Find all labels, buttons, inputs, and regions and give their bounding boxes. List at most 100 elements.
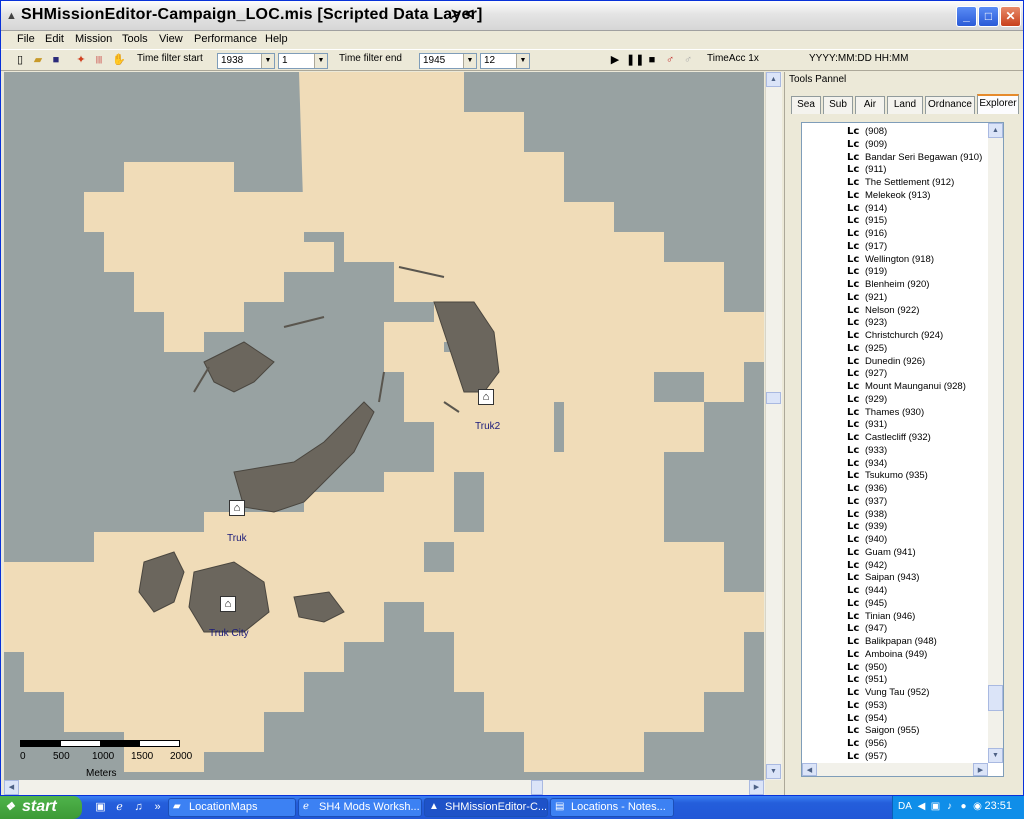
chevron-down-icon: ▼ xyxy=(516,54,529,68)
location-icon: Lc xyxy=(847,342,860,354)
tab-sub[interactable]: Sub xyxy=(823,96,853,114)
location-icon: Lc xyxy=(847,521,860,533)
port-building-icon[interactable]: ⌂ xyxy=(220,596,236,612)
location-icon: Lc xyxy=(847,687,860,698)
tab-air[interactable]: Air xyxy=(855,96,885,114)
minimize-button[interactable]: _ xyxy=(956,6,977,27)
menu-view[interactable]: View xyxy=(159,33,183,45)
tray-arrow-icon[interactable]: ◀ xyxy=(915,800,928,813)
scroll-left-icon[interactable]: ◀ xyxy=(802,763,817,776)
scroll-thumb[interactable] xyxy=(531,780,543,795)
tree-horizontal-scrollbar[interactable]: ◀ ▶ xyxy=(802,763,988,776)
scroll-right-icon[interactable]: ▶ xyxy=(973,763,988,776)
end-year-select[interactable]: 1945 ▼ xyxy=(419,53,477,69)
tree-vertical-scrollbar[interactable]: ▲ ▼ xyxy=(988,123,1003,763)
start-year-select[interactable]: 1938 ▼ xyxy=(217,53,275,69)
security-icon[interactable]: ● xyxy=(957,800,970,813)
tree-item-label: Dunedin (926) xyxy=(865,355,926,367)
step-icon[interactable]: ♂ xyxy=(681,53,695,67)
location-icon: Lc xyxy=(847,164,860,176)
scroll-thumb[interactable] xyxy=(988,685,1003,711)
ruler-icon[interactable]: ||| xyxy=(92,53,106,67)
menu-mission[interactable]: Mission xyxy=(75,33,112,45)
scroll-left-icon[interactable]: ◀ xyxy=(4,780,19,795)
tree-item-label: (929) xyxy=(865,393,888,405)
start-month-select[interactable]: 1 ▼ xyxy=(278,53,328,69)
tree-item-label: (937) xyxy=(865,495,888,507)
scroll-up-icon[interactable]: ▲ xyxy=(766,72,781,87)
tree-item-label: (914) xyxy=(865,202,888,214)
location-icon: Lc xyxy=(847,444,860,456)
location-icon: Lc xyxy=(847,138,860,150)
network-icon[interactable]: ▣ xyxy=(929,800,942,813)
task-mission-editor[interactable]: ▲ SHMissionEditor-C... xyxy=(424,798,548,817)
save-icon[interactable]: ■ xyxy=(49,53,63,67)
menu-tools[interactable]: Tools xyxy=(122,33,148,45)
tray-lang[interactable]: DA xyxy=(895,800,915,813)
open-folder-icon[interactable]: ▰ xyxy=(31,53,45,67)
tree-item-label: (953) xyxy=(865,699,888,711)
browser-icon[interactable]: ℯ xyxy=(112,800,127,815)
task-sh4-mods[interactable]: ℯ SH4 Mods Worksh... xyxy=(298,798,422,817)
time-filter-start-label: Time filter start xyxy=(137,53,203,64)
update-icon[interactable]: ◉ xyxy=(971,800,984,813)
scroll-down-icon[interactable]: ▼ xyxy=(988,748,1003,763)
tab-land[interactable]: Land xyxy=(887,96,923,114)
location-icon: Lc xyxy=(847,151,860,163)
tree-item-label: Christchurch (924) xyxy=(865,330,944,341)
menu-help[interactable]: Help xyxy=(265,33,288,45)
scroll-thumb[interactable] xyxy=(766,392,781,404)
show-desktop-icon[interactable]: ▣ xyxy=(93,800,108,815)
stop-icon[interactable]: ■ xyxy=(645,53,659,67)
scroll-right-icon[interactable]: ▶ xyxy=(749,780,764,795)
new-file-icon[interactable]: ▯ xyxy=(13,53,27,67)
tree-item-label: Balikpapan (948) xyxy=(865,636,937,647)
menu-file[interactable]: File xyxy=(17,33,35,45)
menu-edit[interactable]: Edit xyxy=(45,33,64,45)
start-button[interactable]: ❖ start xyxy=(0,796,82,819)
task-label: Locations - Notes... xyxy=(571,801,666,813)
tree-item-label: (916) xyxy=(865,228,888,239)
menu-bar: File Edit Mission Tools View Performance… xyxy=(1,31,1023,49)
location-icon: Lc xyxy=(847,355,860,367)
location-icon: Lc xyxy=(847,483,860,494)
waypoint-icon[interactable]: ✦ xyxy=(74,53,88,67)
map-canvas[interactable]: ⌂ Truk2 ⌂ Truk ⌂ Truk City 0 500 1000 15… xyxy=(4,72,764,780)
task-notepad[interactable]: ▤ Locations - Notes... xyxy=(550,798,674,817)
maximize-button[interactable]: □ xyxy=(978,6,999,27)
task-location-maps[interactable]: ▰ LocationMaps xyxy=(168,798,296,817)
hand-pan-icon[interactable]: ✋ xyxy=(112,53,126,67)
location-icon: Lc xyxy=(847,177,860,188)
location-icon: Lc xyxy=(847,738,860,749)
task-label: SH4 Mods Worksh... xyxy=(319,801,420,813)
land-masses xyxy=(4,72,764,772)
tab-ordnance[interactable]: Ordnance xyxy=(925,96,975,114)
panel-tabs: Sea Sub Air Land Ordnance Explorer xyxy=(791,94,1019,114)
map-horizontal-scrollbar[interactable]: ◀ ▶ xyxy=(4,780,765,795)
menu-performance[interactable]: Performance xyxy=(194,33,257,45)
record-icon[interactable]: ♂ xyxy=(663,53,677,67)
media-icon[interactable]: ♫ xyxy=(131,800,146,815)
end-month-value: 12 xyxy=(484,55,496,66)
toolbar: ▯ ▰ ■ ✦ ||| ✋ Time filter start 1938 ▼ 1 ▼… xyxy=(1,49,1023,71)
map-vertical-scrollbar[interactable]: ▲ ▼ xyxy=(765,72,782,780)
scroll-down-icon[interactable]: ▼ xyxy=(766,764,781,779)
volume-icon[interactable]: ♪ xyxy=(943,800,956,813)
tree-item-label: (940) xyxy=(865,534,888,545)
play-icon[interactable]: ▶ xyxy=(608,53,622,67)
location-icon: Lc xyxy=(847,661,860,673)
port-building-icon[interactable]: ⌂ xyxy=(229,500,245,516)
scroll-up-icon[interactable]: ▲ xyxy=(988,123,1003,138)
pause-icon[interactable]: ❚❚ xyxy=(626,53,644,67)
port-building-icon[interactable]: ⌂ xyxy=(478,389,494,405)
tab-sea[interactable]: Sea xyxy=(791,96,821,114)
folder-icon: ▰ xyxy=(173,801,181,812)
tree-item-label: (915) xyxy=(865,215,888,227)
end-month-select[interactable]: 12 ▼ xyxy=(480,53,530,69)
explorer-tree[interactable]: Lc (908) Lc (909) Lc Bandar Seri Begawan (910… xyxy=(801,122,1004,777)
tree-item-label: (908) xyxy=(865,126,888,137)
title-bar[interactable]: ▲ SHMissionEditor-Campaign_LOC.mis [Scri… xyxy=(1,1,1023,31)
quicklaunch-chevron[interactable]: » xyxy=(150,800,165,815)
tab-explorer[interactable]: Explorer xyxy=(977,94,1019,114)
close-button[interactable]: ✕ xyxy=(1000,6,1021,27)
